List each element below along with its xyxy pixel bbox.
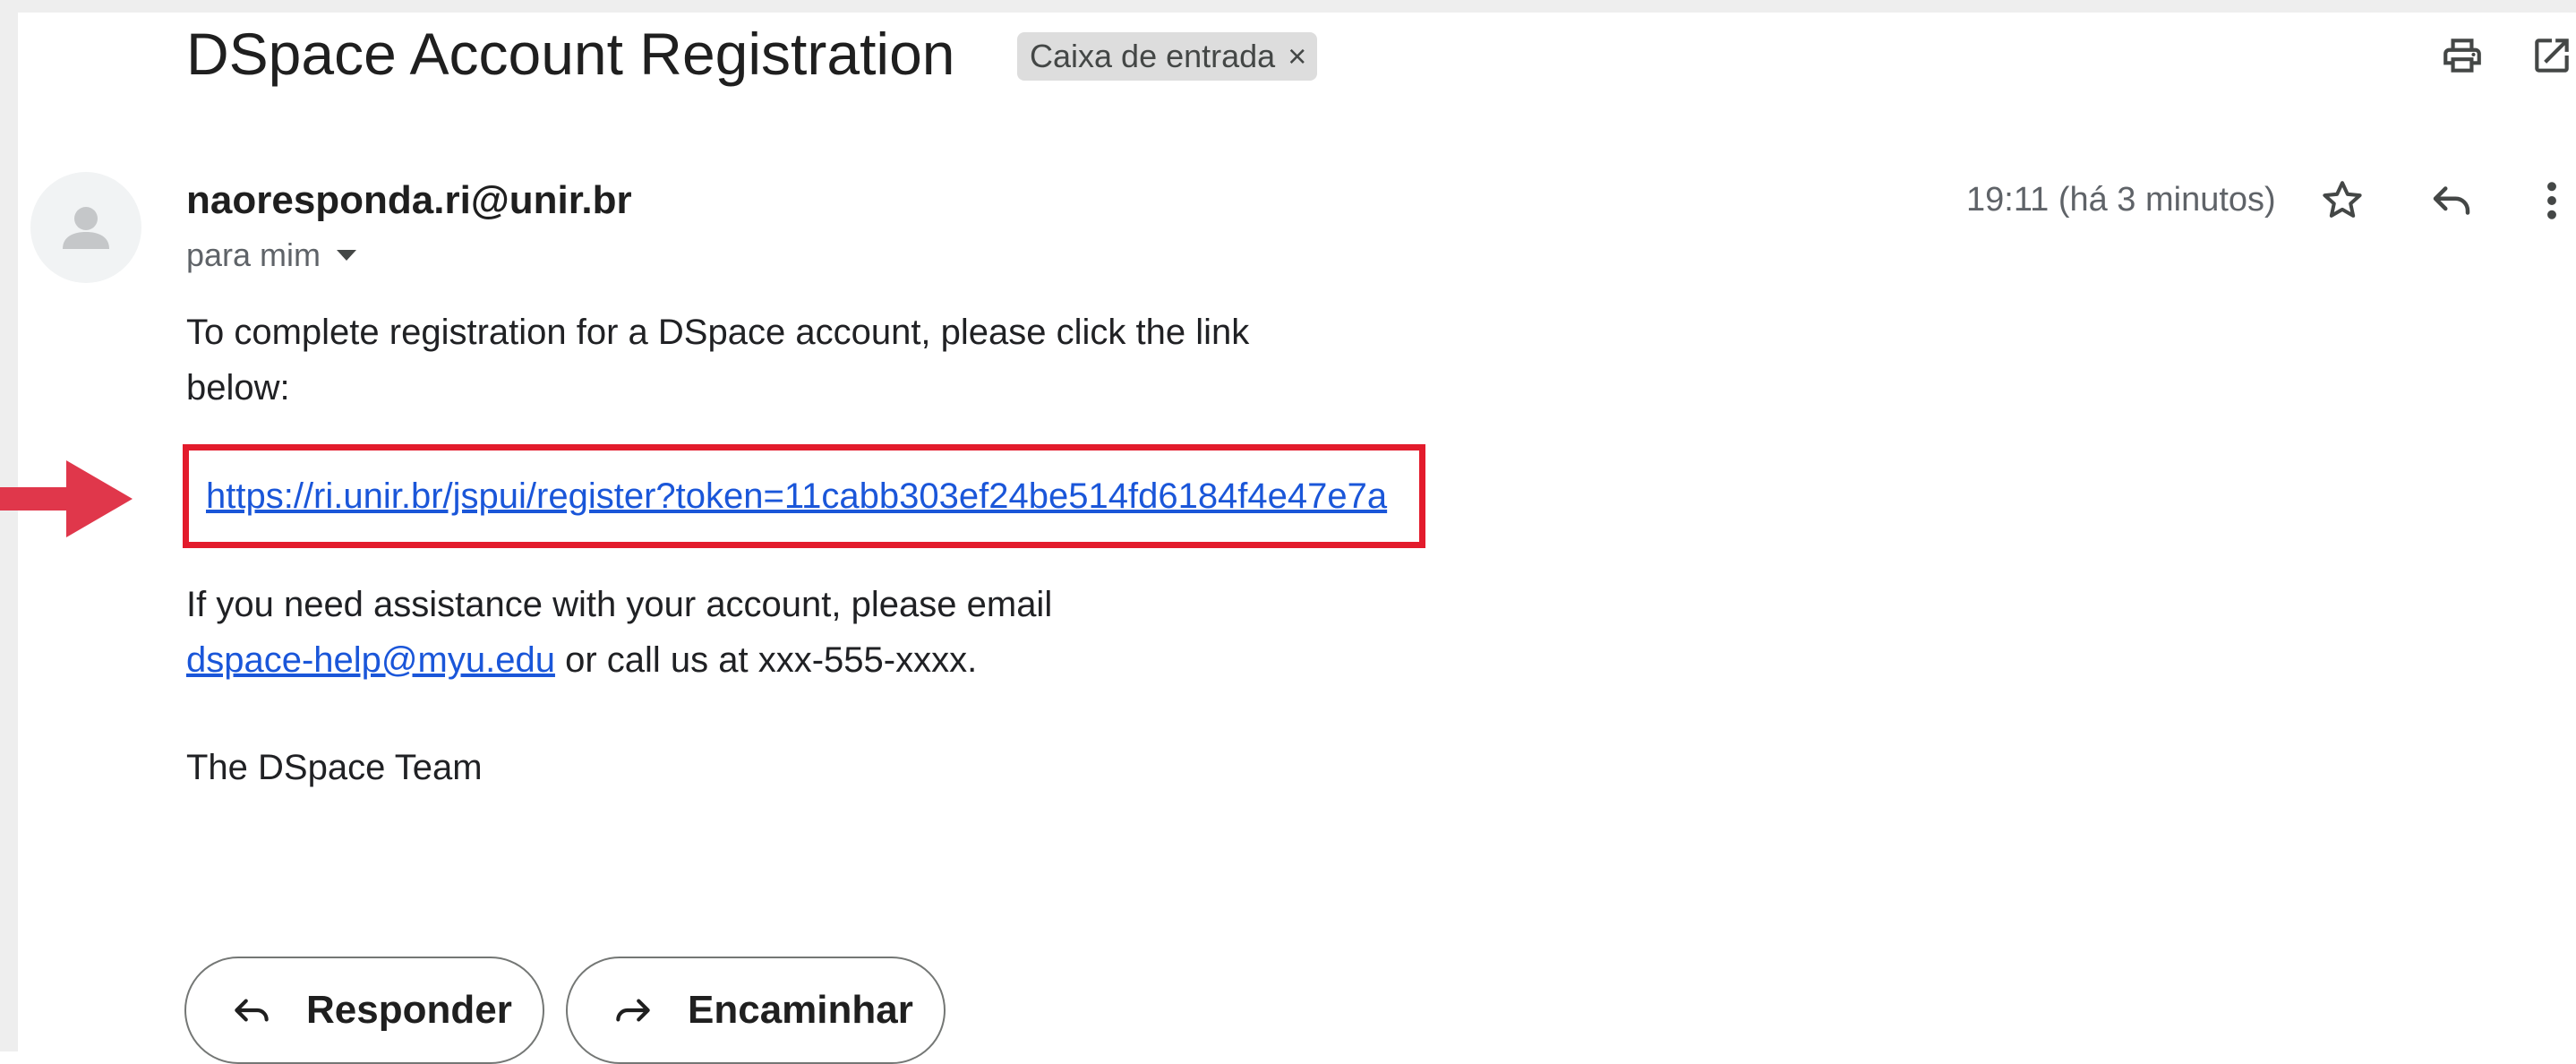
forward-button-label: Encaminhar [688,988,913,1032]
assistance-text: If you need assistance with your account… [186,577,1350,688]
window-top-border [0,0,2576,13]
email-signature: The DSpace Team [186,748,483,787]
label-chip-text: Caixa de entrada [1030,38,1276,74]
remove-label-icon[interactable]: × [1288,32,1306,81]
chevron-down-icon[interactable] [337,250,357,261]
recipient-line[interactable]: para mim [186,231,357,279]
assistance-text-end: or call us at xxx-555-xxxx. [554,640,978,680]
reply-button-label: Responder [306,988,512,1032]
registration-link[interactable]: https://ri.unir.br/jspui/register?token=… [206,471,1387,521]
print-icon[interactable] [2435,29,2489,82]
help-email-link[interactable]: dspace-help@myu.edu [186,640,555,680]
annotation-arrow [0,460,133,537]
sender-avatar [30,172,141,283]
sender-address: naoresponda.ri@unir.br [186,178,632,222]
recipient-text: para mim [186,236,321,273]
email-intro-text: To complete registration for a DSpace ac… [186,313,1250,408]
forward-button[interactable]: Encaminhar [566,957,946,1064]
forward-arrow-icon [616,999,650,1022]
assistance-text-start: If you need assistance with your account… [186,585,1053,624]
more-options-icon[interactable] [2534,172,2570,229]
email-subject: DSpace Account Registration [186,21,955,87]
reply-icon[interactable] [2423,172,2480,229]
inbox-label-chip[interactable]: Caixa de entrada × [1017,32,1318,81]
reply-button[interactable]: Responder [184,957,544,1064]
email-timestamp: 19:11 (há 3 minutos) [1966,181,2276,219]
reply-arrow-icon [235,999,269,1022]
star-icon[interactable] [2314,172,2371,229]
open-in-new-window-icon[interactable] [2525,29,2576,82]
avatar-person-icon [63,207,109,249]
